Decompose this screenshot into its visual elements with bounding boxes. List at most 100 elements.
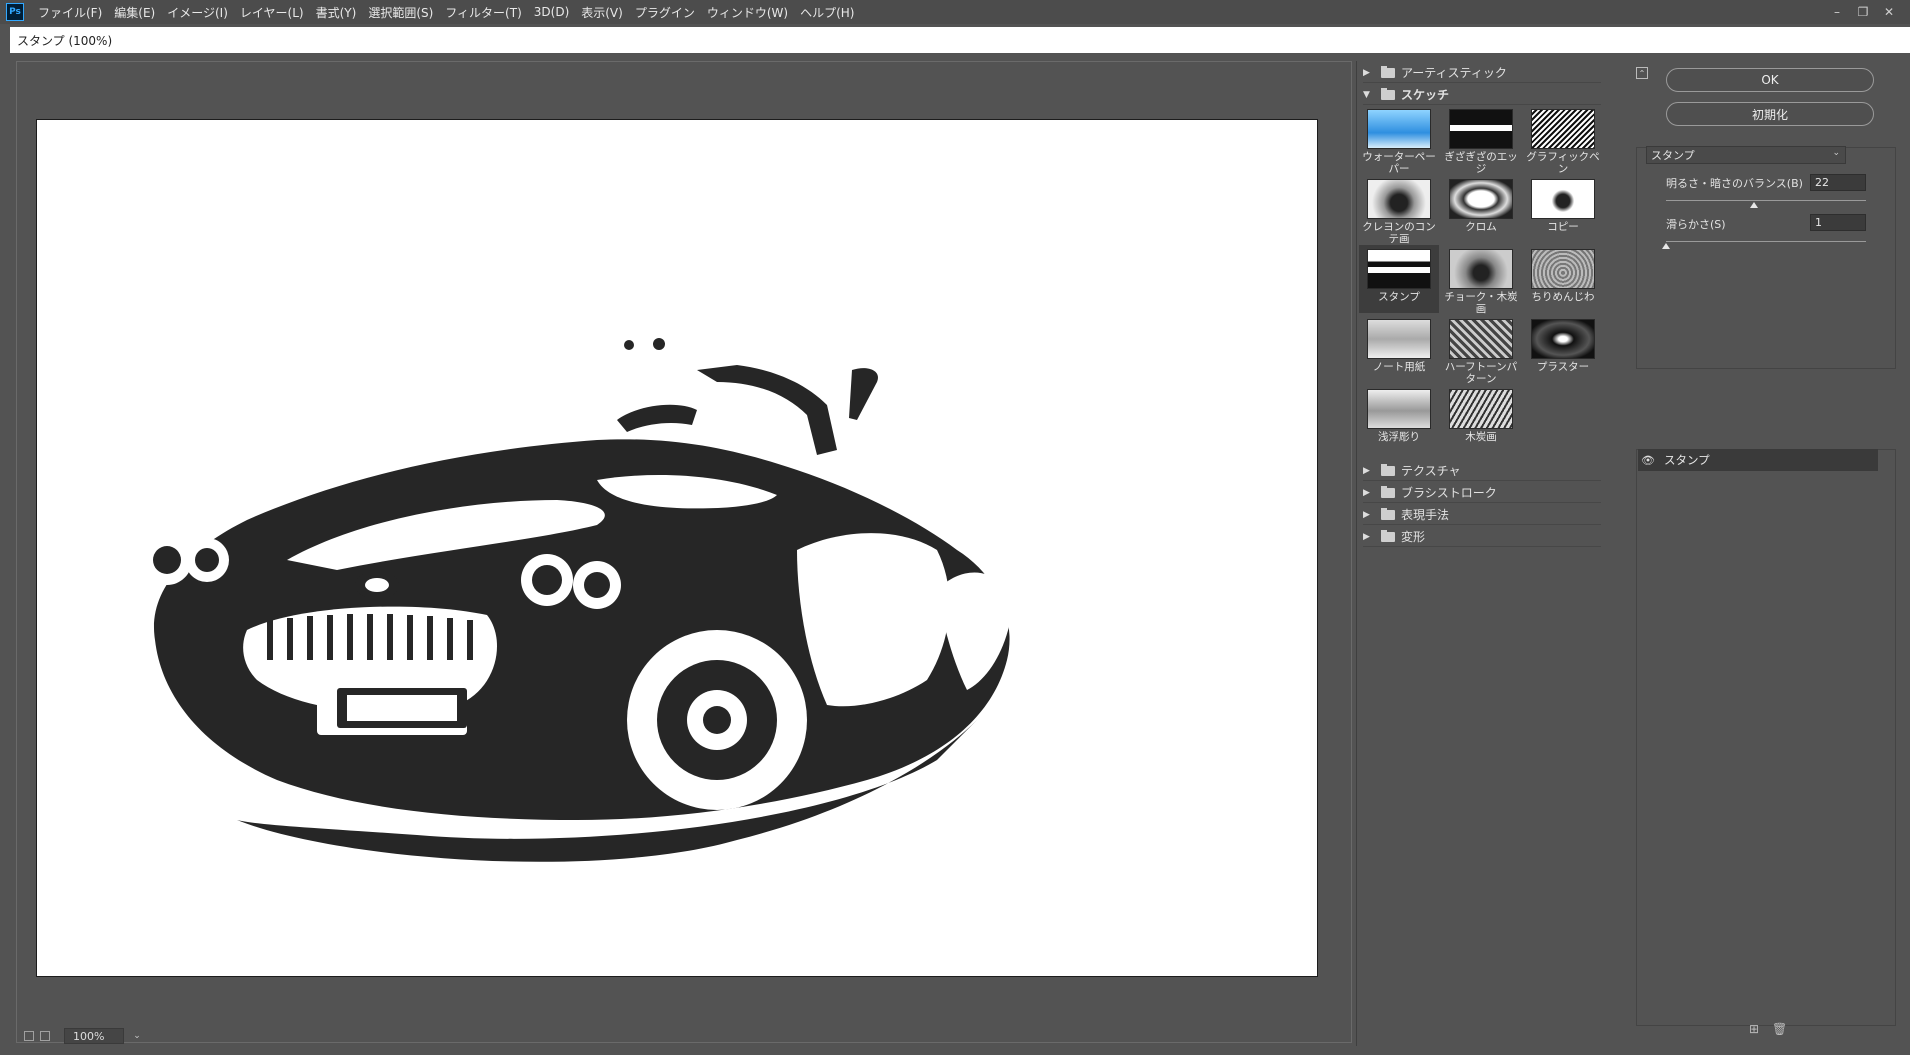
effect-layer-row[interactable]: 👁 スタンプ (1638, 449, 1878, 471)
thumb-label: ちりめんじわ (1531, 291, 1595, 303)
filter-thumb-chalk-charcoal[interactable]: チョーク・木炭画 (1441, 245, 1521, 315)
restore-icon[interactable]: ❐ (1850, 5, 1876, 19)
folder-label: 変形 (1401, 530, 1426, 544)
filter-thumb-reticulation[interactable]: ちりめんじわ (1523, 245, 1603, 313)
filter-gallery-panel: ▶ アーティスティック ▼ スケッチ ウォーターペーパー ぎざぎざのエッジ グラ… (1356, 61, 1606, 1046)
thumb-image (1367, 179, 1431, 219)
filter-controls-panel: ⌃ OK 初期化 スタンプ ⌄ 明るさ・暗さのバランス(B) 22 滑らかさ(S… (1632, 61, 1898, 1046)
menu-plugins[interactable]: プラグイン (629, 4, 701, 21)
photoshop-logo-icon: Ps (6, 3, 24, 21)
smoothness-slider-track[interactable] (1666, 241, 1866, 242)
folder-icon (1381, 507, 1395, 520)
menu-image[interactable]: イメージ(I) (161, 4, 234, 21)
menu-layer[interactable]: レイヤー(L) (234, 4, 310, 21)
thumb-image (1367, 249, 1431, 289)
collapse-gallery-icon[interactable]: ⌃ (1636, 67, 1648, 79)
filter-thumb-conte-crayon[interactable]: クレヨンのコンテ画 (1359, 175, 1439, 245)
filter-thumb-halftone-pattern[interactable]: ハーフトーンパターン (1441, 315, 1521, 385)
expand-arrow-icon: ▶ (1363, 67, 1370, 78)
folder-label: 表現手法 (1401, 508, 1450, 522)
effect-layers-box (1636, 449, 1896, 1026)
filter-thumb-bas-relief[interactable]: 浅浮彫り (1359, 385, 1439, 453)
filter-thumb-water-paper[interactable]: ウォーターペーパー (1359, 105, 1439, 175)
preview-footer: 100% ⌄ (24, 1027, 144, 1045)
filter-thumb-charcoal[interactable]: 木炭画 (1441, 385, 1521, 453)
folder-label: スケッチ (1401, 88, 1450, 102)
menu-type[interactable]: 書式(Y) (310, 4, 363, 21)
thumb-label: チョーク・木炭画 (1444, 291, 1518, 315)
thumb-label: コピー (1547, 221, 1579, 233)
thumb-image (1531, 179, 1595, 219)
filter-thumb-chrome[interactable]: クロム (1441, 175, 1521, 243)
preview-canvas[interactable] (36, 119, 1318, 977)
expand-arrow-icon: ▶ (1363, 487, 1370, 498)
filter-thumb-torn-edges[interactable]: ぎざぎざのエッジ (1441, 105, 1521, 175)
balance-input[interactable]: 22 (1810, 174, 1866, 191)
thumb-label: ぎざぎざのエッジ (1444, 151, 1518, 175)
balance-slider-track[interactable] (1666, 200, 1866, 201)
menu-help[interactable]: ヘルプ(H) (794, 4, 860, 21)
filter-thumb-photocopy[interactable]: コピー (1523, 175, 1603, 243)
thumb-label: 木炭画 (1465, 431, 1497, 443)
folder-label: アーティスティック (1401, 66, 1507, 80)
expand-arrow-icon: ▶ (1363, 465, 1370, 476)
menu-filter[interactable]: フィルター(T) (439, 4, 527, 21)
smoothness-input[interactable]: 1 (1810, 214, 1866, 231)
folder-distort[interactable]: ▶ 変形 (1363, 527, 1601, 547)
menu-edit[interactable]: 編集(E) (108, 4, 161, 21)
chevron-down-icon[interactable]: ⌄ (130, 1028, 144, 1044)
filter-thumb-stamp[interactable]: スタンプ (1359, 245, 1439, 313)
preview-panel (16, 61, 1352, 1043)
window-controls: – ❐ ✕ (1824, 0, 1902, 24)
folder-sketch[interactable]: ▼ スケッチ (1363, 85, 1601, 105)
ok-button[interactable]: OK (1666, 68, 1874, 92)
filter-select-value: スタンプ (1651, 149, 1695, 162)
thumb-label: クレヨンのコンテ画 (1362, 221, 1436, 245)
thumb-label: ウォーターペーパー (1362, 151, 1436, 175)
folder-artistic[interactable]: ▶ アーティスティック (1363, 63, 1601, 83)
eye-icon[interactable]: 👁 (1638, 454, 1658, 467)
filter-thumb-graphic-pen[interactable]: グラフィックペン (1523, 105, 1603, 175)
minimize-icon[interactable]: – (1824, 5, 1850, 19)
thumb-image (1531, 249, 1595, 289)
expand-arrow-icon: ▶ (1363, 531, 1370, 542)
filter-select[interactable]: スタンプ ⌄ (1646, 146, 1846, 164)
thumb-label: 浅浮彫り (1378, 431, 1420, 443)
chevron-down-icon: ⌄ (1832, 148, 1840, 158)
folder-texture[interactable]: ▶ テクスチャ (1363, 461, 1601, 481)
thumb-label: ノート用紙 (1372, 361, 1426, 373)
folder-icon (1381, 65, 1395, 78)
balance-label: 明るさ・暗さのバランス(B) (1666, 177, 1803, 190)
thumb-image (1449, 179, 1513, 219)
thumb-image (1367, 389, 1431, 429)
menu-window[interactable]: ウィンドウ(W) (701, 4, 794, 21)
thumb-image (1367, 109, 1431, 149)
filter-thumb-note-paper[interactable]: ノート用紙 (1359, 315, 1439, 383)
zoom-out-icon[interactable] (24, 1031, 34, 1041)
new-effect-layer-icon[interactable]: ⊞ (1748, 1023, 1760, 1035)
reset-button[interactable]: 初期化 (1666, 102, 1874, 126)
zoom-in-icon[interactable] (40, 1031, 50, 1041)
menu-select[interactable]: 選択範囲(S) (362, 4, 439, 21)
thumb-image (1367, 319, 1431, 359)
thumb-image (1531, 319, 1595, 359)
filter-thumb-plaster[interactable]: プラスター (1523, 315, 1603, 383)
thumb-image (1531, 109, 1595, 149)
folder-icon (1381, 485, 1395, 498)
balance-slider-thumb[interactable] (1750, 202, 1758, 208)
trash-icon[interactable]: 🗑 (1772, 1023, 1787, 1035)
close-icon[interactable]: ✕ (1876, 5, 1902, 19)
smoothness-slider-thumb[interactable] (1662, 243, 1670, 249)
dialog-title: スタンプ (100%) (17, 33, 113, 48)
menu-view[interactable]: 表示(V) (575, 4, 629, 21)
folder-stylize[interactable]: ▶ 表現手法 (1363, 505, 1601, 525)
smoothness-label: 滑らかさ(S) (1666, 218, 1726, 231)
menu-file[interactable]: ファイル(F) (32, 4, 108, 21)
zoom-level-field[interactable]: 100% (64, 1028, 124, 1044)
dialog-title-bar: スタンプ (100%) (10, 27, 1910, 53)
menu-3d[interactable]: 3D(D) (528, 5, 575, 19)
expand-arrow-icon: ▶ (1363, 509, 1370, 520)
thumb-label: クロム (1465, 221, 1497, 233)
folder-brush-strokes[interactable]: ▶ ブラシストローク (1363, 483, 1601, 503)
folder-open-icon (1381, 87, 1395, 100)
